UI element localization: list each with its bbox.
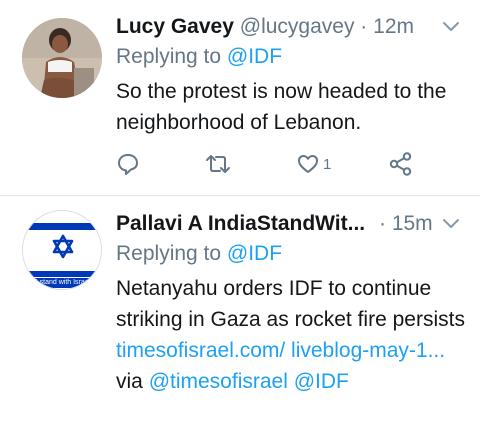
tweet-card[interactable]: I stand with Israel Pallavi A IndiaStand… xyxy=(0,197,480,425)
like-button[interactable]: 1 xyxy=(296,150,331,178)
reply-icon xyxy=(118,154,138,175)
tweet-divider xyxy=(0,195,480,196)
tweet-text-main: Netanyahu orders IDF to continue strikin… xyxy=(116,277,465,331)
retweet-icon xyxy=(206,155,230,173)
separator-dot: · xyxy=(360,15,368,38)
mention-link[interactable]: @IDF xyxy=(294,370,349,393)
reply-mention[interactable]: @IDF xyxy=(227,242,282,265)
reply-prefix: Replying to xyxy=(116,45,222,68)
mention-link[interactable]: @timesofisrael xyxy=(149,370,288,393)
tweet-text: Netanyahu orders IDF to continue strikin… xyxy=(116,273,471,397)
replying-to: Replying to @IDF xyxy=(116,240,282,268)
chevron-down-icon[interactable] xyxy=(442,217,460,231)
reply-button[interactable] xyxy=(116,150,140,178)
tweet-text-via: via xyxy=(116,370,149,393)
timestamp[interactable]: 15m xyxy=(392,212,433,235)
share-icon xyxy=(389,152,412,176)
user-handle[interactable]: @lucygavey xyxy=(240,15,355,38)
article-link[interactable]: timesofisrael.com/ liveblog-may-1... xyxy=(116,339,445,362)
tweet-text: So the protest is now headed to the neig… xyxy=(116,80,447,134)
avatar[interactable] xyxy=(22,18,102,98)
reply-mention[interactable]: @IDF xyxy=(227,45,282,68)
avatar-photo xyxy=(22,18,102,98)
avatar-caption: I stand with Israel xyxy=(35,279,91,286)
share-button[interactable] xyxy=(388,150,414,178)
tweet-header: Lucy Gavey @lucygavey · 12m xyxy=(116,12,466,42)
display-name[interactable]: Pallavi A IndiaStandWit... xyxy=(116,212,365,235)
separator-dot: · xyxy=(378,212,386,235)
like-count: 1 xyxy=(323,155,332,173)
tweet-card[interactable]: Lucy Gavey @lucygavey · 12m Replying to … xyxy=(0,0,480,196)
replying-to: Replying to @IDF xyxy=(116,43,282,71)
chevron-down-icon[interactable] xyxy=(442,20,460,34)
display-name[interactable]: Lucy Gavey xyxy=(116,15,234,38)
avatar[interactable]: I stand with Israel xyxy=(22,210,102,290)
retweet-button[interactable] xyxy=(204,150,232,178)
like-icon xyxy=(298,155,318,173)
tweet-header: Pallavi A IndiaStandWit... · 15m xyxy=(116,209,466,239)
timestamp[interactable]: 12m xyxy=(373,15,414,38)
reply-prefix: Replying to xyxy=(116,242,222,265)
tweet-actions: 1 xyxy=(116,150,416,178)
